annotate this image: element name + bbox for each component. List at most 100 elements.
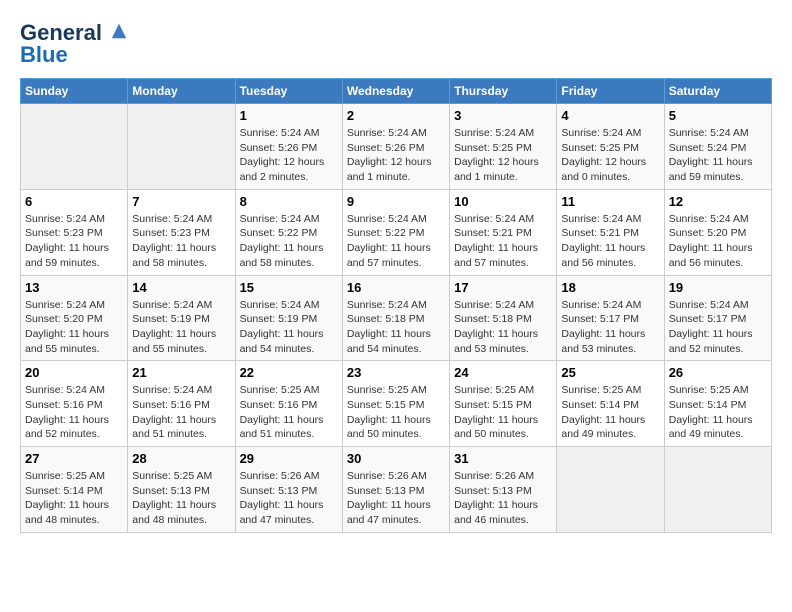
day-number: 15	[240, 280, 338, 295]
day-cell: 19 Sunrise: 5:24 AM Sunset: 5:17 PM Dayli…	[664, 275, 771, 361]
day-number: 10	[454, 194, 552, 209]
day-number: 22	[240, 365, 338, 380]
day-number: 12	[669, 194, 767, 209]
day-info: Sunrise: 5:26 AM Sunset: 5:13 PM Dayligh…	[240, 469, 338, 528]
header-row: SundayMondayTuesdayWednesdayThursdayFrid…	[21, 79, 772, 104]
day-number: 25	[561, 365, 659, 380]
header-cell-thursday: Thursday	[450, 79, 557, 104]
day-number: 2	[347, 108, 445, 123]
day-info: Sunrise: 5:24 AM Sunset: 5:16 PM Dayligh…	[132, 383, 230, 442]
day-cell: 24 Sunrise: 5:25 AM Sunset: 5:15 PM Dayli…	[450, 361, 557, 447]
day-cell: 29 Sunrise: 5:26 AM Sunset: 5:13 PM Dayli…	[235, 447, 342, 533]
day-cell: 12 Sunrise: 5:24 AM Sunset: 5:20 PM Dayli…	[664, 189, 771, 275]
day-info: Sunrise: 5:24 AM Sunset: 5:23 PM Dayligh…	[132, 212, 230, 271]
day-number: 16	[347, 280, 445, 295]
day-cell: 26 Sunrise: 5:25 AM Sunset: 5:14 PM Dayli…	[664, 361, 771, 447]
day-cell: 1 Sunrise: 5:24 AM Sunset: 5:26 PM Daylig…	[235, 104, 342, 190]
week-row-4: 20 Sunrise: 5:24 AM Sunset: 5:16 PM Dayli…	[21, 361, 772, 447]
day-cell	[128, 104, 235, 190]
day-cell: 20 Sunrise: 5:24 AM Sunset: 5:16 PM Dayli…	[21, 361, 128, 447]
day-number: 17	[454, 280, 552, 295]
week-row-2: 6 Sunrise: 5:24 AM Sunset: 5:23 PM Daylig…	[21, 189, 772, 275]
day-info: Sunrise: 5:25 AM Sunset: 5:14 PM Dayligh…	[561, 383, 659, 442]
day-info: Sunrise: 5:25 AM Sunset: 5:14 PM Dayligh…	[25, 469, 123, 528]
day-info: Sunrise: 5:24 AM Sunset: 5:26 PM Dayligh…	[347, 126, 445, 185]
day-number: 5	[669, 108, 767, 123]
day-number: 29	[240, 451, 338, 466]
day-number: 7	[132, 194, 230, 209]
day-number: 8	[240, 194, 338, 209]
day-cell: 23 Sunrise: 5:25 AM Sunset: 5:15 PM Dayli…	[342, 361, 449, 447]
day-cell: 13 Sunrise: 5:24 AM Sunset: 5:20 PM Dayli…	[21, 275, 128, 361]
day-info: Sunrise: 5:25 AM Sunset: 5:16 PM Dayligh…	[240, 383, 338, 442]
day-cell: 22 Sunrise: 5:25 AM Sunset: 5:16 PM Dayli…	[235, 361, 342, 447]
page-header: General Blue	[20, 20, 772, 68]
day-number: 11	[561, 194, 659, 209]
day-cell: 5Sunrise: 5:24 AM Sunset: 5:24 PM Daylig…	[664, 104, 771, 190]
header-cell-wednesday: Wednesday	[342, 79, 449, 104]
day-cell: 3Sunrise: 5:24 AM Sunset: 5:25 PM Daylig…	[450, 104, 557, 190]
day-number: 14	[132, 280, 230, 295]
day-cell: 10 Sunrise: 5:24 AM Sunset: 5:21 PM Dayli…	[450, 189, 557, 275]
day-cell: 16Sunrise: 5:24 AM Sunset: 5:18 PM Dayli…	[342, 275, 449, 361]
header-cell-tuesday: Tuesday	[235, 79, 342, 104]
day-number: 26	[669, 365, 767, 380]
day-cell: 4 Sunrise: 5:24 AM Sunset: 5:25 PM Daylig…	[557, 104, 664, 190]
day-cell: 8 Sunrise: 5:24 AM Sunset: 5:22 PM Daylig…	[235, 189, 342, 275]
day-number: 30	[347, 451, 445, 466]
logo-blue: Blue	[20, 42, 68, 68]
day-number: 20	[25, 365, 123, 380]
day-info: Sunrise: 5:24 AM Sunset: 5:25 PM Dayligh…	[561, 126, 659, 185]
week-row-3: 13 Sunrise: 5:24 AM Sunset: 5:20 PM Dayli…	[21, 275, 772, 361]
day-cell	[557, 447, 664, 533]
day-cell	[664, 447, 771, 533]
day-info: Sunrise: 5:24 AM Sunset: 5:17 PM Dayligh…	[669, 298, 767, 357]
calendar-table: SundayMondayTuesdayWednesdayThursdayFrid…	[20, 78, 772, 533]
day-info: Sunrise: 5:24 AM Sunset: 5:20 PM Dayligh…	[25, 298, 123, 357]
day-cell: 31 Sunrise: 5:26 AM Sunset: 5:13 PM Dayli…	[450, 447, 557, 533]
day-cell: 17Sunrise: 5:24 AM Sunset: 5:18 PM Dayli…	[450, 275, 557, 361]
day-cell: 30 Sunrise: 5:26 AM Sunset: 5:13 PM Dayli…	[342, 447, 449, 533]
day-number: 13	[25, 280, 123, 295]
day-info: Sunrise: 5:25 AM Sunset: 5:15 PM Dayligh…	[347, 383, 445, 442]
day-cell: 2 Sunrise: 5:24 AM Sunset: 5:26 PM Daylig…	[342, 104, 449, 190]
week-row-5: 27 Sunrise: 5:25 AM Sunset: 5:14 PM Dayli…	[21, 447, 772, 533]
day-cell: 6 Sunrise: 5:24 AM Sunset: 5:23 PM Daylig…	[21, 189, 128, 275]
day-info: Sunrise: 5:24 AM Sunset: 5:25 PM Dayligh…	[454, 126, 552, 185]
day-number: 24	[454, 365, 552, 380]
day-cell: 11 Sunrise: 5:24 AM Sunset: 5:21 PM Dayli…	[557, 189, 664, 275]
day-cell: 14Sunrise: 5:24 AM Sunset: 5:19 PM Dayli…	[128, 275, 235, 361]
day-cell: 15Sunrise: 5:24 AM Sunset: 5:19 PM Dayli…	[235, 275, 342, 361]
day-info: Sunrise: 5:24 AM Sunset: 5:20 PM Dayligh…	[669, 212, 767, 271]
day-info: Sunrise: 5:24 AM Sunset: 5:22 PM Dayligh…	[240, 212, 338, 271]
day-number: 31	[454, 451, 552, 466]
day-cell: 21 Sunrise: 5:24 AM Sunset: 5:16 PM Dayli…	[128, 361, 235, 447]
day-info: Sunrise: 5:24 AM Sunset: 5:23 PM Dayligh…	[25, 212, 123, 271]
day-info: Sunrise: 5:24 AM Sunset: 5:22 PM Dayligh…	[347, 212, 445, 271]
day-cell: 27 Sunrise: 5:25 AM Sunset: 5:14 PM Dayli…	[21, 447, 128, 533]
header-cell-sunday: Sunday	[21, 79, 128, 104]
header-cell-monday: Monday	[128, 79, 235, 104]
day-info: Sunrise: 5:24 AM Sunset: 5:26 PM Dayligh…	[240, 126, 338, 185]
day-info: Sunrise: 5:25 AM Sunset: 5:13 PM Dayligh…	[132, 469, 230, 528]
week-row-1: 1 Sunrise: 5:24 AM Sunset: 5:26 PM Daylig…	[21, 104, 772, 190]
day-number: 4	[561, 108, 659, 123]
day-number: 19	[669, 280, 767, 295]
day-info: Sunrise: 5:25 AM Sunset: 5:14 PM Dayligh…	[669, 383, 767, 442]
day-info: Sunrise: 5:26 AM Sunset: 5:13 PM Dayligh…	[454, 469, 552, 528]
day-info: Sunrise: 5:25 AM Sunset: 5:15 PM Dayligh…	[454, 383, 552, 442]
day-info: Sunrise: 5:24 AM Sunset: 5:21 PM Dayligh…	[561, 212, 659, 271]
day-cell	[21, 104, 128, 190]
day-number: 27	[25, 451, 123, 466]
day-info: Sunrise: 5:24 AM Sunset: 5:21 PM Dayligh…	[454, 212, 552, 271]
day-number: 6	[25, 194, 123, 209]
day-number: 9	[347, 194, 445, 209]
day-number: 23	[347, 365, 445, 380]
day-cell: 28 Sunrise: 5:25 AM Sunset: 5:13 PM Dayli…	[128, 447, 235, 533]
day-number: 28	[132, 451, 230, 466]
day-info: Sunrise: 5:26 AM Sunset: 5:13 PM Dayligh…	[347, 469, 445, 528]
day-cell: 18Sunrise: 5:24 AM Sunset: 5:17 PM Dayli…	[557, 275, 664, 361]
day-info: Sunrise: 5:24 AM Sunset: 5:16 PM Dayligh…	[25, 383, 123, 442]
day-number: 1	[240, 108, 338, 123]
day-number: 21	[132, 365, 230, 380]
